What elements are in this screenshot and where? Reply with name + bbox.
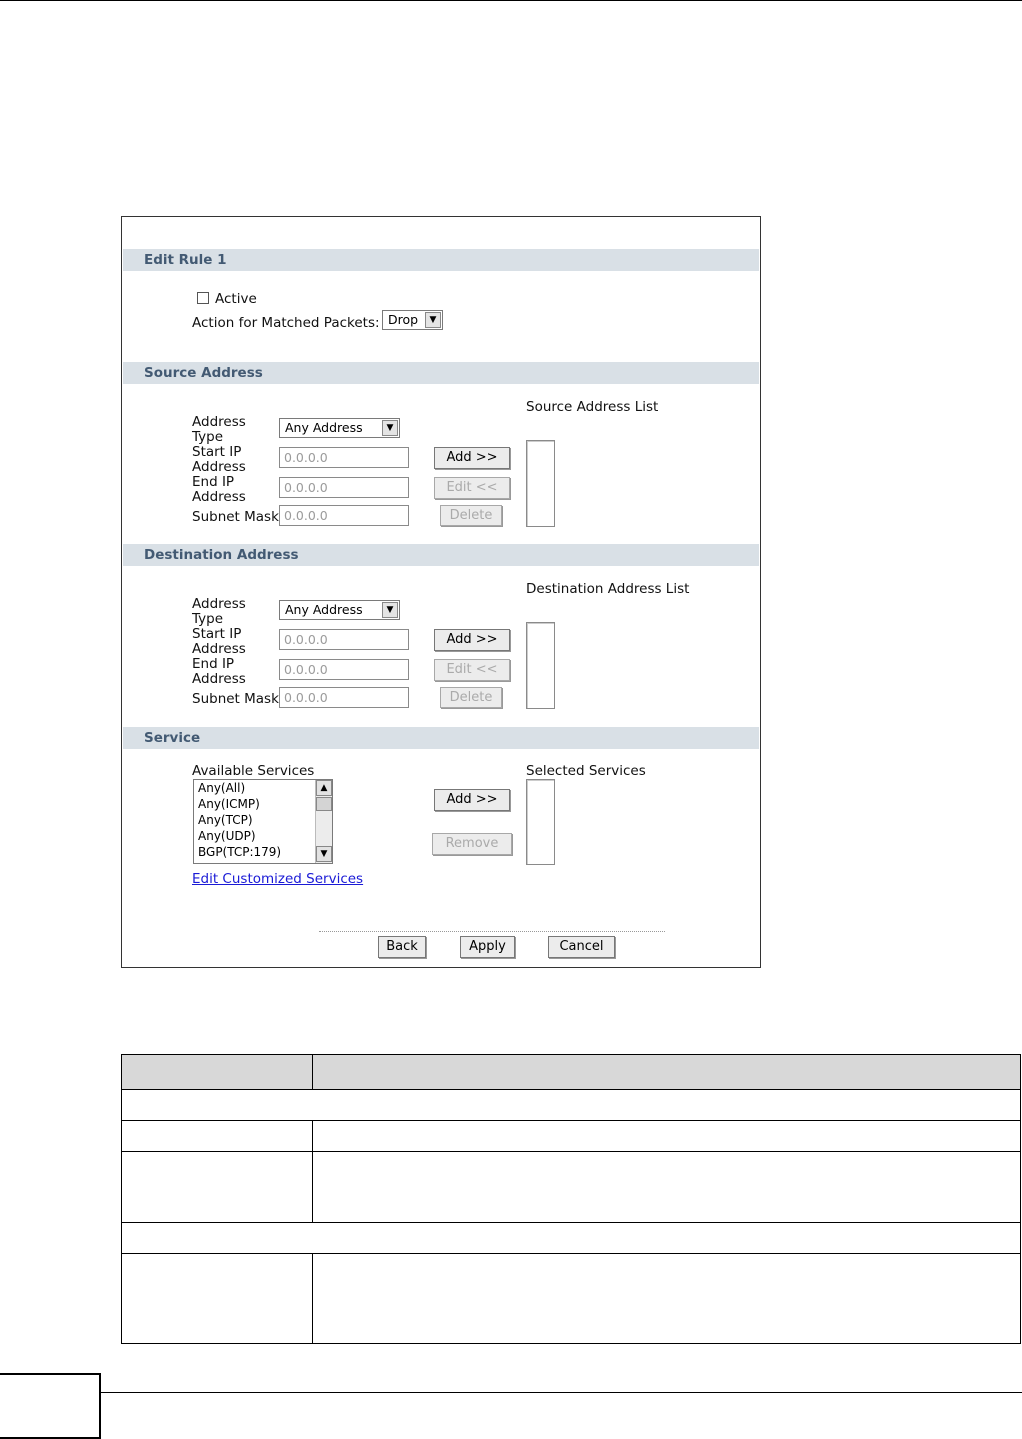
list-item[interactable]: Any(All) [194,780,332,796]
service-add-button[interactable]: Add >> [434,789,510,811]
source-address-type-value: Any Address [285,420,363,435]
chevron-down-icon[interactable]: ▼ [425,312,441,328]
table-cell [121,1089,1021,1121]
available-services-label: Available Services [192,763,315,779]
table-cell [312,1253,1021,1344]
action-select[interactable]: Drop ▼ [382,310,443,330]
divider [319,931,665,932]
destination-delete-button[interactable]: Delete [440,687,502,708]
table-cell [121,1120,313,1152]
source-end-ip-label: End IP Address [192,474,246,505]
destination-subnet-input[interactable]: 0.0.0.0 [279,687,409,708]
list-item[interactable]: Any(UDP) [194,828,332,844]
table-cell [312,1151,1021,1223]
source-end-ip-input[interactable]: 0.0.0.0 [279,477,409,498]
selected-services-label: Selected Services [526,763,646,779]
source-address-listbox[interactable] [526,440,555,527]
action-label: Action for Matched Packets: [192,315,380,331]
apply-button[interactable]: Apply [460,936,515,958]
table-cell [121,1222,1021,1254]
destination-subnet-label: Subnet Mask [192,691,279,707]
description-table [121,1054,1021,1344]
source-add-button[interactable]: Add >> [434,447,510,469]
source-subnet-input[interactable]: 0.0.0.0 [279,505,409,526]
destination-add-button[interactable]: Add >> [434,629,510,651]
active-checkbox[interactable] [197,292,209,304]
source-start-ip-label: Start IP Address [192,444,246,475]
cancel-button[interactable]: Cancel [548,936,615,958]
chevron-down-icon[interactable]: ▼ [382,420,398,436]
scroll-thumb[interactable] [316,797,332,811]
destination-list-label: Destination Address List [526,581,690,597]
table-row [121,1222,1021,1254]
table-cell [121,1253,313,1344]
source-subnet-label: Subnet Mask [192,509,279,525]
service-header: Service [123,727,759,749]
source-start-ip-input[interactable]: 0.0.0.0 [279,447,409,468]
table-row [121,1253,1021,1344]
table-row [121,1089,1021,1121]
source-address-type-select[interactable]: Any Address ▼ [279,418,400,438]
source-address-header: Source Address [123,362,759,384]
destination-address-type-value: Any Address [285,602,363,617]
source-edit-button[interactable]: Edit << [434,477,510,499]
list-item[interactable]: BGP(TCP:179) [194,844,332,860]
page-number-box [0,1373,101,1439]
destination-address-header: Destination Address [123,544,759,566]
edit-customized-services-link[interactable]: Edit Customized Services [192,871,363,887]
edit-rule-header: Edit Rule 1 [123,249,759,271]
services-scrollbar[interactable]: ▲ ▼ [315,780,332,863]
destination-address-type-label: Address Type [192,596,246,627]
table-header-cell [121,1054,313,1090]
destination-edit-button[interactable]: Edit << [434,659,510,681]
action-select-value: Drop [388,312,419,327]
scroll-up-icon[interactable]: ▲ [316,780,332,796]
edit-rule-screenshot: Edit Rule 1 Active Action for Matched Pa… [121,216,761,968]
active-label: Active [215,291,257,307]
top-rule [0,0,1022,1]
table-header-row [121,1054,1021,1090]
table-cell [312,1120,1021,1152]
service-remove-button[interactable]: Remove [432,833,512,855]
destination-address-type-select[interactable]: Any Address ▼ [279,600,400,620]
scroll-down-icon[interactable]: ▼ [316,846,332,862]
table-row [121,1151,1021,1223]
source-address-type-label: Address Type [192,414,246,445]
list-item[interactable]: Any(TCP) [194,812,332,828]
destination-end-ip-label: End IP Address [192,656,246,687]
destination-start-ip-label: Start IP Address [192,626,246,657]
table-row [121,1120,1021,1152]
table-header-cell [312,1054,1021,1090]
footer-rule [0,1392,1022,1393]
destination-start-ip-input[interactable]: 0.0.0.0 [279,629,409,650]
destination-end-ip-input[interactable]: 0.0.0.0 [279,659,409,680]
back-button[interactable]: Back [378,936,426,958]
available-services-listbox[interactable]: Any(All) Any(ICMP) Any(TCP) Any(UDP) BGP… [193,779,333,864]
chevron-down-icon[interactable]: ▼ [382,602,398,618]
selected-services-listbox[interactable] [526,779,555,865]
source-delete-button[interactable]: Delete [440,505,502,526]
list-item[interactable]: Any(ICMP) [194,796,332,812]
table-cell [121,1151,313,1223]
destination-address-listbox[interactable] [526,622,555,709]
source-list-label: Source Address List [526,399,659,415]
